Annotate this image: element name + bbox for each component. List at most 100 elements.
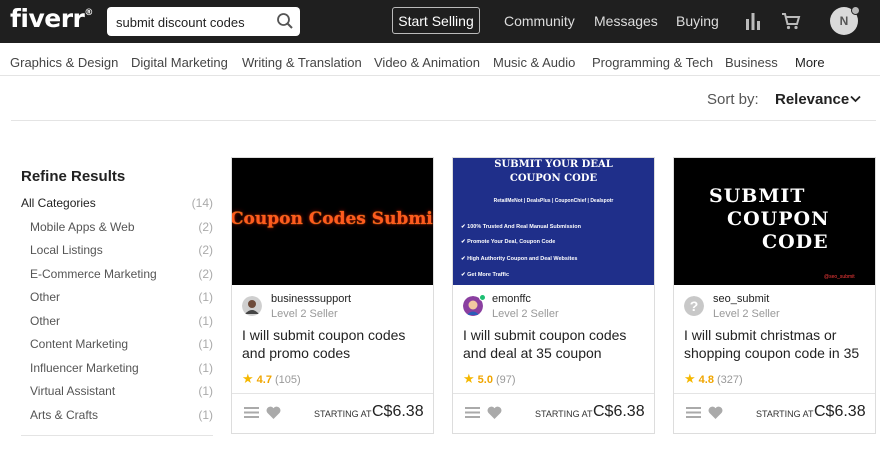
gig-rating: ★ 5.0 (97) — [463, 371, 516, 387]
gig-price: C$6.38 — [372, 403, 424, 420]
filter-label: E-Commerce Marketing — [30, 267, 157, 281]
filter-ecommerce-marketing[interactable]: E-Commerce Marketing (2) — [30, 267, 213, 281]
thumbnail-sites: RetailMeNot | DealsPlus | CouponChief | … — [493, 198, 614, 204]
seller-name[interactable]: businesssupport — [271, 293, 351, 305]
filter-arts-crafts[interactable]: Arts & Crafts (1) — [30, 408, 213, 422]
seller-level: Level 2 Seller — [713, 308, 780, 320]
filter-label: Other — [30, 290, 61, 304]
menu-icon[interactable] — [465, 406, 480, 419]
category-video-animation[interactable]: Video & Animation — [374, 55, 480, 70]
search-icon[interactable] — [276, 12, 294, 30]
filter-label: Virtual Assistant — [30, 384, 116, 398]
filter-count: (1) — [198, 384, 213, 398]
thumbnail-bullet: ✔ 100% Trusted And Real Manual Submissio… — [461, 224, 581, 230]
nav-buying[interactable]: Buying — [676, 13, 719, 29]
gig-title[interactable]: I will submit christmas or shopping coup… — [684, 326, 869, 362]
menu-icon[interactable] — [686, 406, 701, 419]
filter-label: Content Marketing — [30, 337, 129, 351]
filter-count: (1) — [198, 337, 213, 351]
heart-icon[interactable] — [708, 406, 723, 419]
starting-at-label: STARTING AT — [756, 409, 814, 419]
star-icon: ★ — [242, 371, 254, 386]
gig-price: C$6.38 — [593, 403, 645, 420]
fiverr-logo[interactable]: fiverr® — [10, 4, 93, 33]
filter-label: Mobile Apps & Web — [30, 220, 135, 234]
online-status-dot — [851, 6, 860, 15]
filter-label: Arts & Crafts — [30, 408, 99, 422]
star-icon: ★ — [463, 371, 475, 386]
filter-label: Other — [30, 314, 61, 328]
heart-icon[interactable] — [266, 406, 281, 419]
seller-name[interactable]: emonffc — [492, 293, 531, 305]
filter-content-marketing[interactable]: Content Marketing (1) — [30, 337, 213, 351]
thumbnail-text: COUPON — [727, 208, 830, 230]
seller-level: Level 2 Seller — [492, 308, 559, 320]
menu-icon[interactable] — [244, 406, 259, 419]
rating-score: 5.0 — [477, 374, 493, 386]
category-digital-marketing[interactable]: Digital Marketing — [131, 55, 228, 70]
gig-thumbnail[interactable]: SUBMIT COUPON CODE @seo_submit — [674, 158, 875, 285]
filter-count: (1) — [198, 314, 213, 328]
filter-count: (2) — [198, 243, 213, 257]
category-writing-translation[interactable]: Writing & Translation — [242, 55, 362, 70]
nav-community[interactable]: Community — [504, 13, 575, 29]
gig-thumbnail[interactable]: Coupon Codes Submission — [232, 158, 433, 285]
rating-count: (97) — [495, 374, 516, 386]
seller-level: Level 2 Seller — [271, 308, 338, 320]
gig-title[interactable]: I will submit coupon codes and promo cod… — [242, 326, 427, 362]
svg-text:?: ? — [690, 298, 699, 314]
thumbnail-text: Coupon Codes Submission — [232, 209, 433, 229]
star-icon: ★ — [684, 371, 696, 386]
divider — [232, 393, 433, 394]
filter-label: Influencer Marketing — [30, 361, 139, 375]
gig-title[interactable]: I will submit coupon codes and deal at 3… — [463, 326, 648, 362]
filter-mobile-apps-web[interactable]: Mobile Apps & Web (2) — [30, 220, 213, 234]
filter-other[interactable]: Other (1) — [30, 314, 213, 328]
category-menu: Graphics & Design Digital Marketing Writ… — [0, 43, 880, 76]
thumbnail-handle: @seo_submit — [824, 274, 855, 280]
category-programming-tech[interactable]: Programming & Tech — [592, 55, 713, 70]
search-input[interactable] — [116, 12, 276, 32]
search-box — [107, 7, 300, 36]
gig-card[interactable]: SUBMIT YOUR DEAL COUPON CODE RetailMeNot… — [452, 157, 655, 434]
rating-score: 4.7 — [256, 374, 272, 386]
divider — [453, 393, 654, 394]
gig-price: C$6.38 — [814, 403, 866, 420]
gig-card[interactable]: Coupon Codes Submission businesssupport … — [231, 157, 434, 434]
category-graphics-design[interactable]: Graphics & Design — [10, 55, 118, 70]
seller-avatar-placeholder[interactable]: ? — [684, 296, 704, 316]
filter-influencer-marketing[interactable]: Influencer Marketing (1) — [30, 361, 213, 375]
category-business[interactable]: Business — [725, 55, 778, 70]
filter-count: (2) — [198, 220, 213, 234]
rating-count: (327) — [716, 374, 743, 386]
start-selling-button[interactable]: Start Selling — [392, 7, 480, 34]
category-music-audio[interactable]: Music & Audio — [493, 55, 575, 70]
divider — [21, 435, 213, 436]
gig-thumbnail[interactable]: SUBMIT YOUR DEAL COUPON CODE RetailMeNot… — [453, 158, 654, 285]
category-more[interactable]: More — [795, 55, 825, 70]
top-navigation-bar: fiverr® Start Selling Community Messages… — [0, 0, 880, 43]
thumbnail-bullet: ✔ Get More Traffic — [461, 272, 510, 278]
gig-card[interactable]: SUBMIT COUPON CODE @seo_submit ? seo_sub… — [673, 157, 876, 434]
filter-virtual-assistant[interactable]: Virtual Assistant (1) — [30, 384, 213, 398]
filter-all-categories[interactable]: All Categories (14) — [21, 196, 213, 210]
filter-other[interactable]: Other (1) — [30, 290, 213, 304]
cart-icon[interactable] — [781, 12, 801, 30]
filter-label: Local Listings — [30, 243, 103, 257]
chevron-down-icon[interactable] — [850, 95, 861, 103]
sort-dropdown[interactable]: Relevance — [775, 91, 849, 108]
nav-messages[interactable]: Messages — [594, 13, 658, 29]
filter-local-listings[interactable]: Local Listings (2) — [30, 243, 213, 257]
thumbnail-text: CODE — [762, 231, 829, 253]
seller-avatar[interactable] — [242, 296, 262, 316]
heart-icon[interactable] — [487, 406, 502, 419]
thumbnail-heading: SUBMIT YOUR DEAL — [494, 159, 613, 170]
starting-at-label: STARTING AT — [314, 409, 372, 419]
analytics-bars-icon[interactable] — [745, 12, 761, 30]
online-status-dot — [479, 294, 486, 301]
gig-rating: ★ 4.7 (105) — [242, 371, 301, 387]
thumbnail-heading: COUPON CODE — [509, 173, 598, 184]
seller-name[interactable]: seo_submit — [713, 293, 769, 305]
filter-label: All Categories — [21, 196, 96, 210]
logo-registered-mark: ® — [84, 8, 93, 18]
